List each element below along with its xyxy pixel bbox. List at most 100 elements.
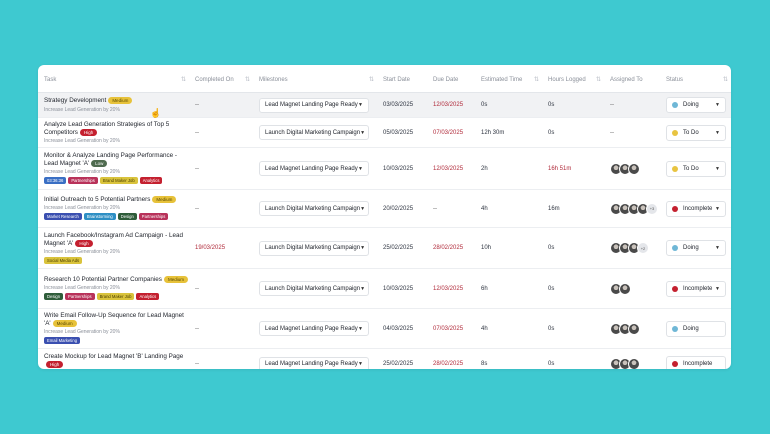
status-select[interactable]: Incomplete ▼ [666, 280, 726, 297]
hours-logged: 0s [548, 129, 555, 136]
task-title[interactable]: Strategy Development [44, 98, 106, 105]
milestone-select[interactable]: Lead Magnet Landing Page Ready ▼ [259, 356, 369, 369]
milestone-select[interactable]: Launch Digital Marketing Campaign ▼ [259, 240, 369, 256]
avatar-group[interactable]: +2 [610, 242, 660, 255]
status-select[interactable]: To Do ▼ [666, 124, 726, 141]
status-dot [672, 165, 678, 172]
table-row[interactable]: Write Email Follow-Up Sequence for Lead … [38, 309, 731, 350]
table-row[interactable]: Create Mockup for Lead Magnet 'B' Landin… [38, 349, 731, 369]
start-date: 20/02/2025 [383, 205, 414, 212]
milestone-value: Launch Digital Marketing Campaign [265, 205, 361, 212]
completed-on: -- [195, 129, 199, 136]
column-header-completed-on[interactable]: Completed On ⇅ [189, 77, 253, 83]
milestone-select[interactable]: Lead Magnet Landing Page Ready ▼ [259, 321, 369, 337]
avatar[interactable] [628, 358, 640, 369]
task-cell[interactable]: Research 10 Potential Partner Companies M… [38, 273, 189, 304]
table-row[interactable]: Monitor & Analyze Landing Page Performan… [38, 148, 731, 191]
assigned-to[interactable]: +2 [604, 242, 660, 255]
status-select[interactable]: Doing ▼ [666, 97, 726, 113]
task-title[interactable]: Monitor & Analyze Landing Page Performan… [44, 152, 177, 167]
task-title[interactable]: Launch Facebook/Instagram Ad Campaign - … [44, 232, 183, 247]
task-name[interactable]: Monitor & Analyze Landing Page Performan… [44, 152, 189, 168]
avatar[interactable] [619, 282, 631, 295]
task-cell[interactable]: Analyze Lead Generation Strategies of To… [38, 118, 189, 147]
assigned-to[interactable]: +3 [604, 202, 660, 215]
task-name[interactable]: Launch Facebook/Instagram Ad Campaign - … [44, 232, 189, 248]
avatar-more-count[interactable]: +3 [646, 202, 658, 215]
column-header-milestones[interactable]: Milestones ⇅ [253, 77, 377, 83]
assigned-to[interactable] [604, 358, 660, 369]
task-name[interactable]: Initial Outreach to 5 Potential Partners… [44, 196, 189, 204]
milestone-select[interactable]: Lead Magnet Landing Page Ready ▼ [259, 97, 369, 113]
task-name[interactable]: Analyze Lead Generation Strategies of To… [44, 121, 189, 137]
status-cell: Incomplete ▼ [660, 200, 731, 217]
avatar-group[interactable]: +3 [610, 202, 660, 215]
column-header-assigned-to[interactable]: Assigned To [604, 77, 660, 83]
task-cell[interactable]: Create Mockup for Lead Magnet 'B' Landin… [38, 350, 189, 369]
priority-badge: Medium [152, 196, 177, 204]
column-header-hours-logged[interactable]: Hours Logged ⇅ [542, 77, 604, 83]
table-row[interactable]: Research 10 Potential Partner Companies M… [38, 269, 731, 310]
status-select[interactable]: Doing [666, 320, 726, 337]
task-title[interactable]: Initial Outreach to 5 Potential Partners [44, 196, 150, 203]
sort-icon[interactable]: ⇅ [534, 76, 539, 83]
assigned-to[interactable]: -- [604, 102, 660, 108]
task-goal: Increase Lead Generation by 20% [44, 285, 120, 292]
milestone-value: Launch Digital Marketing Campaign [265, 285, 361, 292]
task-title[interactable]: Create Mockup for Lead Magnet 'B' Landin… [44, 353, 183, 360]
task-cell[interactable]: Write Email Follow-Up Sequence for Lead … [38, 309, 189, 348]
task-name[interactable]: Strategy Development Medium [44, 97, 189, 105]
table-row[interactable]: Analyze Lead Generation Strategies of To… [38, 118, 731, 149]
table-row[interactable]: Strategy Development Medium Increase Lead … [38, 93, 731, 118]
sort-icon[interactable]: ⇅ [181, 76, 186, 83]
avatar-group[interactable] [610, 282, 660, 295]
milestone-select[interactable]: Lead Magnet Landing Page Ready ▼ [259, 161, 369, 177]
milestone-select[interactable]: Launch Digital Marketing Campaign ▼ [259, 281, 369, 297]
status-dot [672, 325, 678, 332]
task-cell[interactable]: Monitor & Analyze Landing Page Performan… [38, 149, 189, 188]
sort-icon[interactable]: ⇅ [245, 76, 250, 83]
sort-icon[interactable]: ⇅ [369, 76, 374, 83]
sort-icon[interactable]: ⇅ [723, 76, 728, 83]
chevron-down-icon: ▼ [715, 245, 720, 252]
avatar[interactable] [628, 322, 640, 335]
status-select[interactable]: To Do ▼ [666, 160, 726, 177]
column-header-label: Milestones [259, 76, 288, 83]
milestone-select[interactable]: Launch Digital Marketing Campaign ▼ [259, 125, 369, 141]
assigned-to[interactable] [604, 322, 660, 335]
avatar[interactable] [628, 162, 640, 175]
task-title[interactable]: Analyze Lead Generation Strategies of To… [44, 121, 169, 136]
column-header-status[interactable]: Status ⇅ [660, 77, 731, 83]
table-row[interactable]: Initial Outreach to 5 Potential Partners… [38, 190, 731, 229]
milestone-cell: Launch Digital Marketing Campaign ▼ [253, 201, 377, 217]
task-name[interactable]: Research 10 Potential Partner Companies M… [44, 276, 189, 284]
status-select[interactable]: Doing ▼ [666, 240, 726, 257]
milestone-select[interactable]: Launch Digital Marketing Campaign ▼ [259, 201, 369, 217]
status-dot [672, 245, 678, 252]
chevron-down-icon: ▼ [358, 102, 363, 108]
table-row[interactable]: Launch Facebook/Instagram Ad Campaign - … [38, 228, 731, 270]
task-cell[interactable]: Launch Facebook/Instagram Ad Campaign - … [38, 229, 189, 268]
task-cell[interactable]: Initial Outreach to 5 Potential Partners… [38, 193, 189, 224]
task-name[interactable]: Create Mockup for Lead Magnet 'B' Landin… [44, 353, 189, 369]
column-header-start-date[interactable]: Start Date [377, 77, 427, 83]
column-header-due-date[interactable]: Due Date [427, 77, 475, 83]
milestone-cell: Lead Magnet Landing Page Ready ▼ [253, 321, 377, 337]
column-header-label: Hours Logged [548, 76, 586, 83]
task-goal: Increase Lead Generation by 20% [44, 248, 120, 255]
status-select[interactable]: Incomplete ▼ [666, 200, 726, 217]
sort-icon[interactable]: ⇅ [596, 76, 601, 83]
avatar-group[interactable] [610, 358, 660, 369]
task-cell[interactable]: Strategy Development Medium Increase Lead … [38, 94, 189, 115]
avatar-group[interactable] [610, 162, 660, 175]
avatar-group[interactable] [610, 322, 660, 335]
assigned-to[interactable]: -- [604, 130, 660, 136]
column-header-estimated-time[interactable]: Estimated Time ⇅ [475, 77, 542, 83]
column-header-task[interactable]: Task ⇅ [38, 77, 189, 83]
task-title[interactable]: Research 10 Potential Partner Companies [44, 276, 162, 283]
status-select[interactable]: Incomplete [666, 356, 726, 369]
task-name[interactable]: Write Email Follow-Up Sequence for Lead … [44, 312, 189, 328]
assigned-to[interactable] [604, 162, 660, 175]
avatar-more-count[interactable]: +2 [637, 242, 649, 255]
assigned-to[interactable] [604, 282, 660, 295]
